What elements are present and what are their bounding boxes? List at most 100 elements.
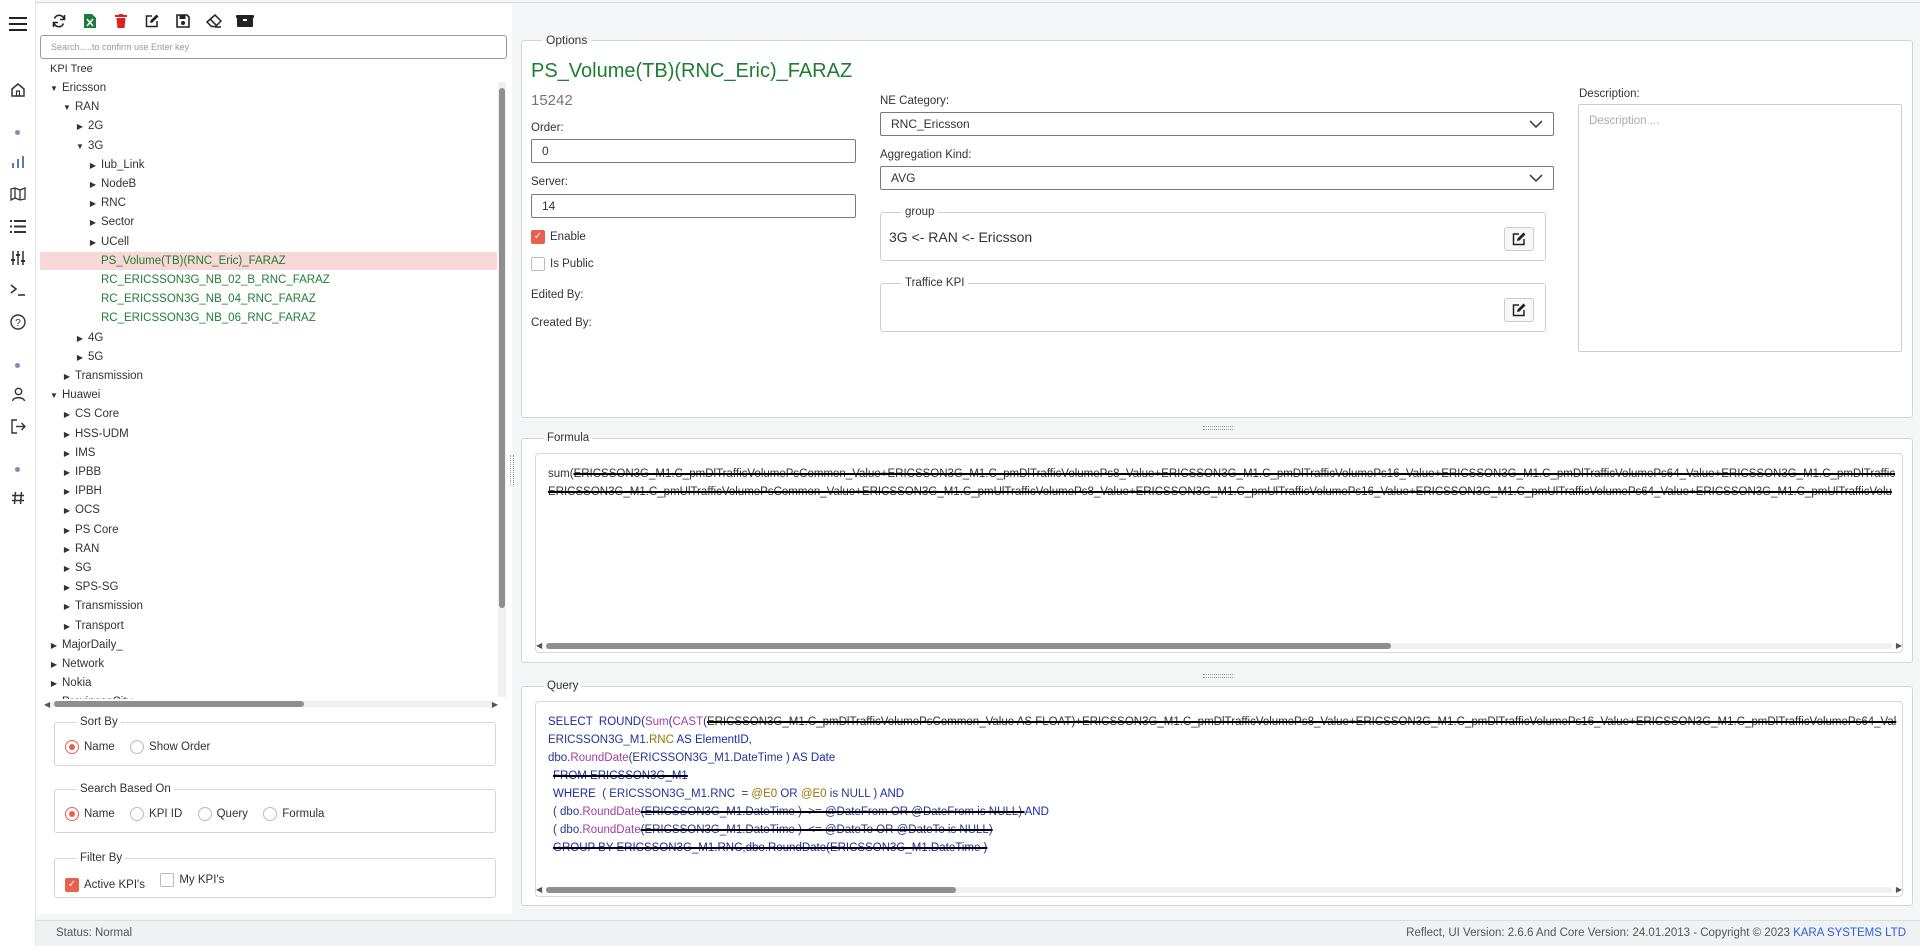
tree-folder-item[interactable]: ▶ OCS <box>40 501 497 519</box>
tree-folder-item[interactable]: ▶ Transmission <box>40 367 497 385</box>
tree-folder-item[interactable]: ▶ CS Core <box>40 405 497 423</box>
tree-folder-item[interactable]: ▶ Network <box>40 655 497 673</box>
logout-icon[interactable] <box>6 415 30 437</box>
server-input[interactable] <box>531 194 856 218</box>
my-kpis-checkbox[interactable]: My KPI's <box>160 873 224 887</box>
tree-folder-item[interactable]: ▶ HSS-UDM <box>40 425 497 443</box>
radio-indicator[interactable] <box>130 807 145 821</box>
terminal-icon[interactable] <box>6 279 30 301</box>
tree-kpi-item[interactable]: RC_ERICSSON3G_NB_06_RNC_FARAZ <box>40 309 497 327</box>
save-icon[interactable] <box>172 10 194 32</box>
scroll-right-arrow[interactable]: ▶ <box>1896 641 1902 650</box>
collapsed-caret-icon[interactable]: ▶ <box>74 330 86 348</box>
tree-folder-item[interactable]: ▶ Nokia <box>40 674 497 692</box>
collapsed-caret-icon[interactable]: ▶ <box>61 560 73 578</box>
edit-traffic-kpi-button[interactable] <box>1504 298 1534 322</box>
scroll-thumb[interactable] <box>499 88 505 608</box>
excel-export-icon[interactable] <box>79 10 101 32</box>
menu-icon[interactable] <box>6 13 30 35</box>
checkbox-indicator[interactable] <box>531 257 545 271</box>
tree-folder-item[interactable]: ▼ 3G <box>40 137 497 155</box>
tree-folder-item[interactable]: ▼ RAN <box>40 98 497 116</box>
tree-kpi-item[interactable]: PS_Volume(TB)(RNC_Eric)_FARAZ <box>40 251 497 270</box>
collapsed-caret-icon[interactable]: ▶ <box>87 157 99 175</box>
radio-indicator[interactable] <box>130 740 145 754</box>
tree-folder-item[interactable]: ▶ IMS <box>40 444 497 462</box>
search-kpi-id-radio[interactable]: KPI ID <box>130 807 182 821</box>
collapsed-caret-icon[interactable]: ▶ <box>61 368 73 386</box>
collapsed-caret-icon[interactable]: ▶ <box>48 675 60 693</box>
ne-category-select[interactable]: RNC_Ericsson <box>880 112 1554 136</box>
expanded-caret-icon[interactable]: ▼ <box>48 387 60 405</box>
tree-folder-item[interactable]: ▶ RAN <box>40 540 497 558</box>
aggregation-kind-select[interactable]: AVG <box>880 166 1554 190</box>
list-icon[interactable] <box>6 215 30 237</box>
radio-indicator[interactable] <box>65 807 79 821</box>
tree-folder-item[interactable]: ▶ 5G <box>40 348 497 366</box>
tree-folder-item[interactable]: ▶ SG <box>40 559 497 577</box>
edit-group-button[interactable] <box>1504 227 1534 251</box>
collapsed-caret-icon[interactable]: ▶ <box>61 502 73 520</box>
panel-splitter[interactable] <box>510 455 514 485</box>
checkbox-indicator[interactable]: ✓ <box>65 877 79 892</box>
home-icon[interactable] <box>6 79 30 101</box>
tree-folder-item[interactable]: ▶ RNC <box>40 194 497 212</box>
collapsed-caret-icon[interactable]: ▶ <box>61 483 73 501</box>
collapsed-caret-icon[interactable]: ▶ <box>61 464 73 482</box>
tree-folder-item[interactable]: ▶ Transport <box>40 617 497 635</box>
tree-folder-item[interactable]: ▶ IPBH <box>40 482 497 500</box>
collapsed-caret-icon[interactable]: ▶ <box>74 118 86 136</box>
tree-folder-item[interactable]: ▶ Transmission <box>40 597 497 615</box>
tree-folder-item[interactable]: ▶ PS Core <box>40 521 497 539</box>
tree-folder-item[interactable]: ▶ Iub_Link <box>40 156 497 174</box>
tree-horizontal-scrollbar[interactable]: ◀ ▶ <box>44 700 498 709</box>
tree-folder-item[interactable]: ▶ MajorDaily_ <box>40 636 497 654</box>
tree-folder-item[interactable]: ▼ Ericsson <box>40 79 497 97</box>
collapsed-caret-icon[interactable]: ▶ <box>61 406 73 424</box>
collapsed-caret-icon[interactable]: ▶ <box>61 426 73 444</box>
query-horizontal-scrollbar[interactable]: ◀ ▶ <box>536 885 1902 895</box>
radio-indicator[interactable] <box>65 740 79 754</box>
hash-icon[interactable] <box>6 487 30 509</box>
expanded-caret-icon[interactable]: ▼ <box>48 80 60 98</box>
radio-indicator[interactable] <box>197 807 212 821</box>
collapsed-caret-icon[interactable]: ▶ <box>87 176 99 194</box>
tree-folder-item[interactable]: ▶ProvincesCity <box>40 693 497 699</box>
collapsed-caret-icon[interactable]: ▶ <box>87 195 99 213</box>
active-kpis-checkbox[interactable]: ✓ Active KPI's <box>65 877 145 892</box>
scroll-left-arrow[interactable]: ◀ <box>536 885 542 894</box>
edit-icon[interactable] <box>141 10 163 32</box>
formula-horizontal-scrollbar[interactable]: ◀ ▶ <box>536 641 1902 651</box>
sort-name-radio[interactable]: Name <box>65 740 115 754</box>
delete-icon[interactable] <box>110 10 132 32</box>
search-formula-radio[interactable]: Formula <box>263 807 324 821</box>
collapsed-caret-icon[interactable]: ▶ <box>61 541 73 559</box>
collapsed-caret-icon[interactable]: ▶ <box>61 618 73 636</box>
collapsed-caret-icon[interactable]: ▶ <box>61 522 73 540</box>
collapsed-caret-icon[interactable]: ▶ <box>61 445 73 463</box>
collapsed-caret-icon[interactable]: ▶ <box>61 598 73 616</box>
search-name-radio[interactable]: Name <box>65 807 115 821</box>
checkbox-indicator[interactable] <box>160 873 175 887</box>
tree-kpi-item[interactable]: RC_ERICSSON3G_NB_02_B_RNC_FARAZ <box>40 271 497 289</box>
tree-kpi-item[interactable]: RC_ERICSSON3G_NB_04_RNC_FARAZ <box>40 290 497 308</box>
collapsed-caret-icon[interactable]: ▶ <box>48 656 60 674</box>
is-public-checkbox[interactable]: Is Public <box>531 257 605 274</box>
search-query-radio[interactable]: Query <box>197 807 248 821</box>
tree-folder-item[interactable]: ▼ Huawei <box>40 386 497 404</box>
description-textarea[interactable] <box>1578 104 1902 352</box>
tree-vertical-scrollbar[interactable] <box>498 82 506 697</box>
scroll-thumb[interactable] <box>54 701 304 707</box>
chart-icon[interactable] <box>6 151 30 173</box>
query-editor[interactable]: SELECT ROUND(Sum(CAST(ERICSSON3G_M1.C_pm… <box>535 701 1903 897</box>
scroll-right-arrow[interactable]: ▶ <box>492 700 498 709</box>
order-input[interactable] <box>531 139 856 163</box>
tree-folder-item[interactable]: ▶ 2G <box>40 117 497 135</box>
checkbox-indicator[interactable]: ✓ <box>531 229 545 244</box>
map-icon[interactable] <box>6 183 30 205</box>
tree-folder-item[interactable]: ▶ NodeB <box>40 175 497 193</box>
tree-folder-item[interactable]: ▶ UCell <box>40 233 497 251</box>
enable-checkbox[interactable]: ✓ Enable <box>531 228 598 244</box>
package-icon[interactable] <box>234 10 256 32</box>
collapsed-caret-icon[interactable]: ▶ <box>74 349 86 367</box>
